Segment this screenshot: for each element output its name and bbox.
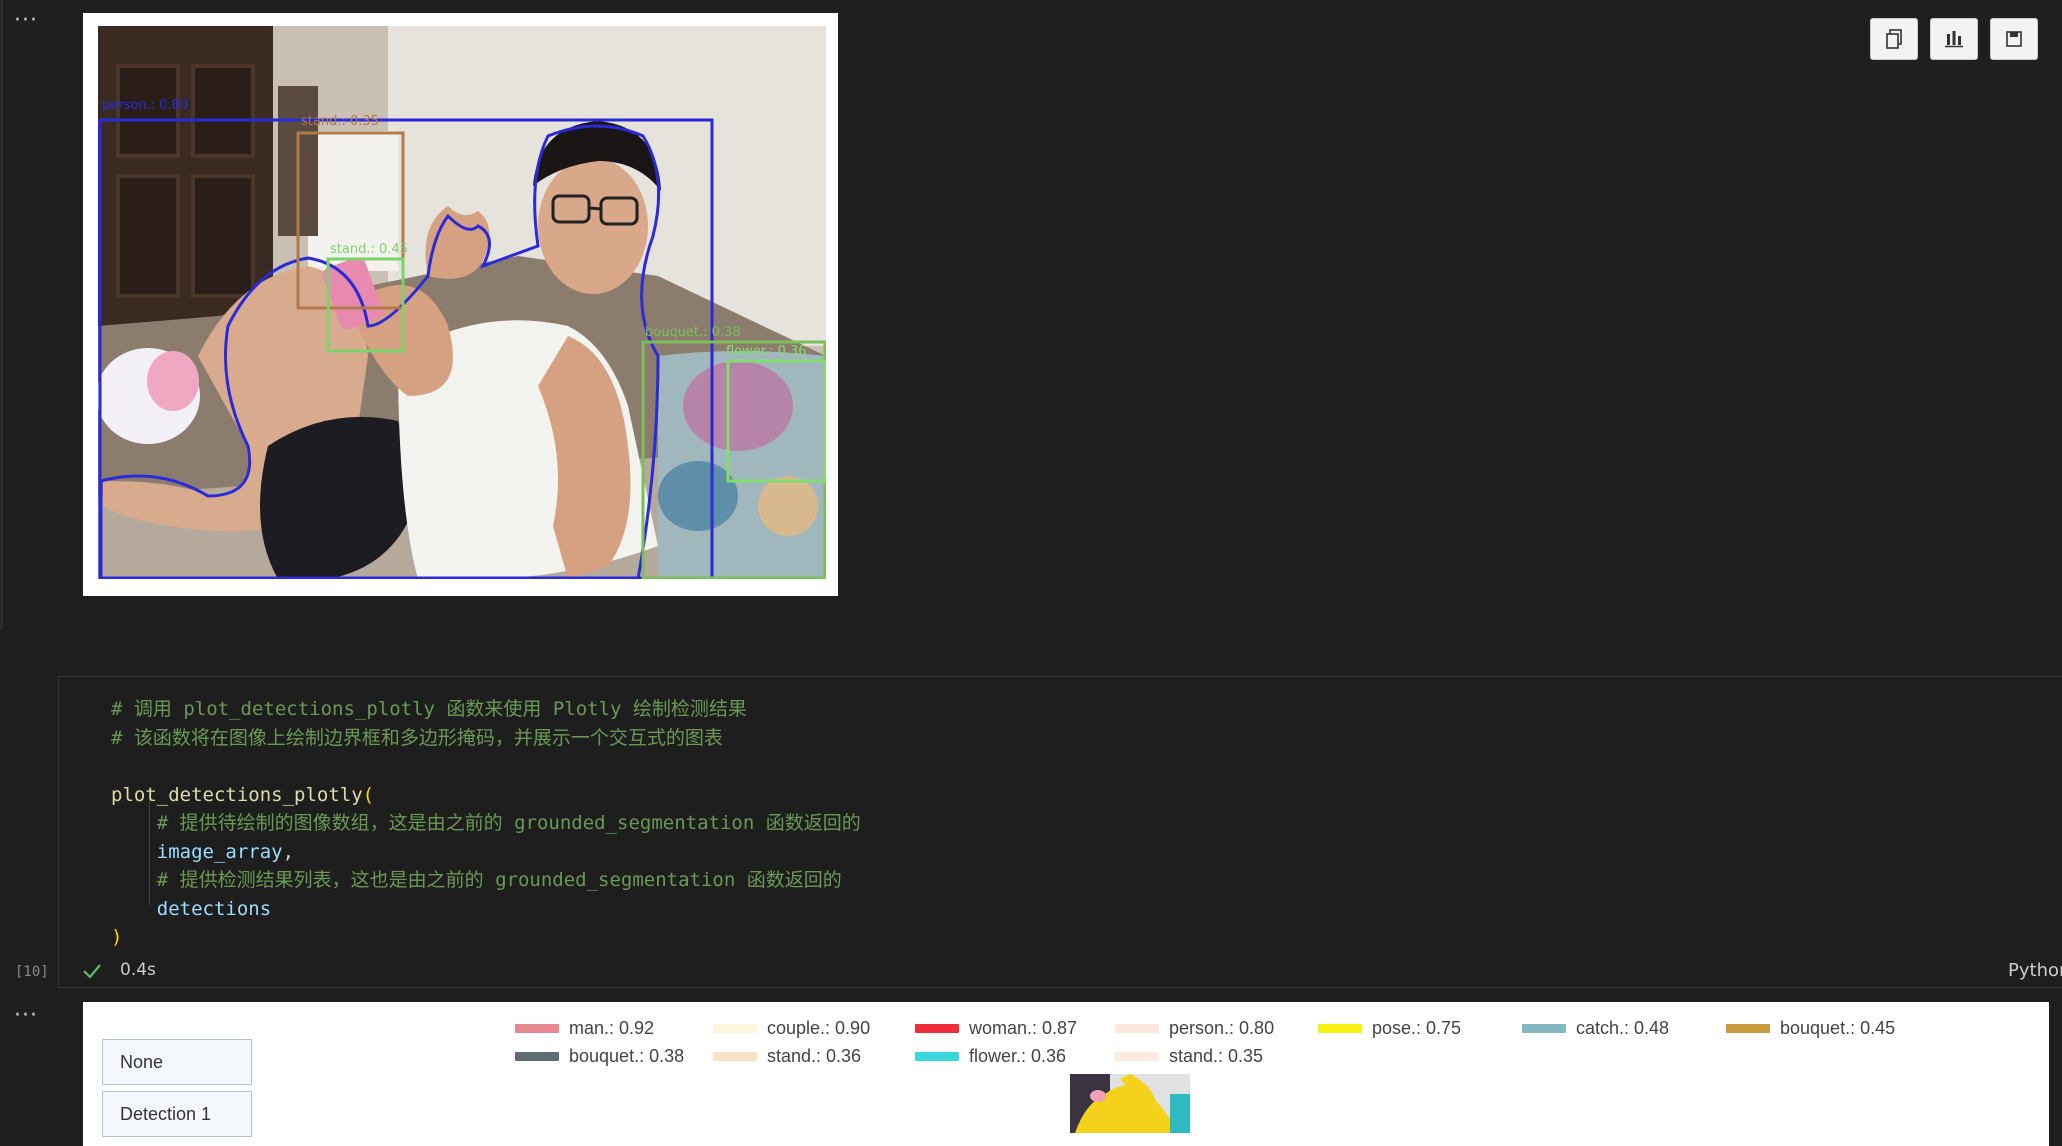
legend-item[interactable]: catch.: 0.48: [1522, 1018, 1669, 1039]
legend-item[interactable]: pose.: 0.75: [1318, 1018, 1461, 1039]
legend-label: woman.: 0.87: [969, 1018, 1078, 1038]
code-arg-line: image_array,: [111, 840, 295, 863]
code-comment: # 调用 plot_detections_plotly 函数来使用 Plotly…: [111, 698, 747, 720]
legend-label: pose.: 0.75: [1372, 1018, 1462, 1038]
none-button[interactable]: None: [102, 1039, 252, 1085]
code-close-line: ): [111, 926, 123, 948]
output-more-button[interactable]: ···: [14, 1003, 38, 1028]
legend-label: man.: 0.92: [569, 1018, 655, 1038]
detection-label: stand.: 0.35: [301, 114, 379, 129]
legend-swatch: [1522, 1024, 1566, 1033]
detection-1-button[interactable]: Detection 1: [102, 1091, 252, 1137]
mask-preview: [1070, 1074, 1190, 1133]
code-editor[interactable]: # 调用 plot_detections_plotly 函数来使用 Plotly…: [111, 695, 861, 952]
detection-label: bouquet.: 0.38: [645, 325, 741, 340]
execution-count: [10]: [15, 964, 49, 980]
annotated-photo: person.: 0.80 stand.: 0.35 stand.: 0.45 …: [98, 26, 826, 579]
bar-chart-icon: [1945, 31, 1963, 48]
open-chart-button[interactable]: [1930, 18, 1978, 60]
legend-item[interactable]: woman.: 0.87: [915, 1018, 1077, 1039]
detection-plot: person.: 0.80 stand.: 0.35 stand.: 0.45 …: [83, 13, 838, 596]
detection-label: stand.: 0.45: [330, 242, 408, 257]
legend-label: catch.: 0.48: [1576, 1018, 1670, 1038]
legend-item[interactable]: person.: 0.80: [1115, 1018, 1274, 1039]
legend-swatch: [713, 1024, 757, 1033]
legend-swatch: [515, 1024, 559, 1033]
legend-item[interactable]: stand.: 0.35: [1115, 1046, 1263, 1067]
plot-thumbnail: [1070, 1074, 1190, 1133]
legend-label: stand.: 0.35: [1169, 1046, 1264, 1066]
legend-item[interactable]: bouquet.: 0.38: [515, 1046, 684, 1067]
legend-item[interactable]: couple.: 0.90: [713, 1018, 870, 1039]
legend-label: bouquet.: 0.45: [1780, 1018, 1896, 1038]
language-selector[interactable]: Python: [2008, 960, 2062, 981]
legend-label: stand.: 0.36: [767, 1046, 862, 1066]
code-comment: # 该函数将在图像上绘制边界框和多边形掩码，并展示一个交互式的图表: [111, 726, 723, 749]
legend-label: couple.: 0.90: [767, 1018, 871, 1038]
plotly-output: None Detection 1 man.: 0.92 couple.: 0.90…: [83, 1002, 2049, 1146]
copy-image-button[interactable]: [1870, 18, 1918, 60]
legend-swatch: [915, 1052, 959, 1061]
legend-label: flower.: 0.36: [969, 1046, 1067, 1066]
detection-label: flower.: 0.36: [726, 344, 807, 359]
legend-item[interactable]: bouquet.: 0.45: [1726, 1018, 1895, 1039]
cell-gutter: [0, 0, 3, 630]
detection-label: person.: 0.80: [102, 98, 189, 113]
execution-time: 0.4s: [120, 960, 156, 980]
legend-label: person.: 0.80: [1169, 1018, 1275, 1038]
legend-item[interactable]: flower.: 0.36: [915, 1046, 1066, 1067]
code-comment: # 提供待绘制的图像数组，这是由之前的 grounded_segmentatio…: [111, 812, 861, 834]
copy-icon: [1886, 29, 1902, 49]
legend-swatch: [1115, 1052, 1159, 1061]
legend-swatch: [1726, 1024, 1770, 1033]
legend-label: bouquet.: 0.38: [569, 1046, 685, 1066]
photo-illustration: [98, 26, 826, 579]
code-arg-line: detections: [111, 897, 272, 920]
legend-item[interactable]: man.: 0.92: [515, 1018, 654, 1039]
code-cell[interactable]: # 调用 plot_detections_plotly 函数来使用 Plotly…: [58, 676, 2062, 988]
legend-swatch: [713, 1052, 757, 1061]
legend-item[interactable]: stand.: 0.36: [713, 1046, 861, 1067]
legend-swatch: [1318, 1024, 1362, 1033]
check-icon: [83, 964, 101, 979]
legend-swatch: [915, 1024, 959, 1033]
code-blank-line: ​: [111, 752, 861, 781]
save-image-button[interactable]: [1990, 18, 2038, 60]
legend-swatch: [1115, 1024, 1159, 1033]
save-icon: [2006, 31, 2022, 47]
output-more-button[interactable]: ···: [14, 8, 38, 33]
legend-swatch: [515, 1052, 559, 1061]
code-comment: # 提供检测结果列表，这也是由之前的 grounded_segmentation…: [111, 869, 842, 891]
code-call-line: plot_detections_plotly(: [111, 783, 375, 806]
